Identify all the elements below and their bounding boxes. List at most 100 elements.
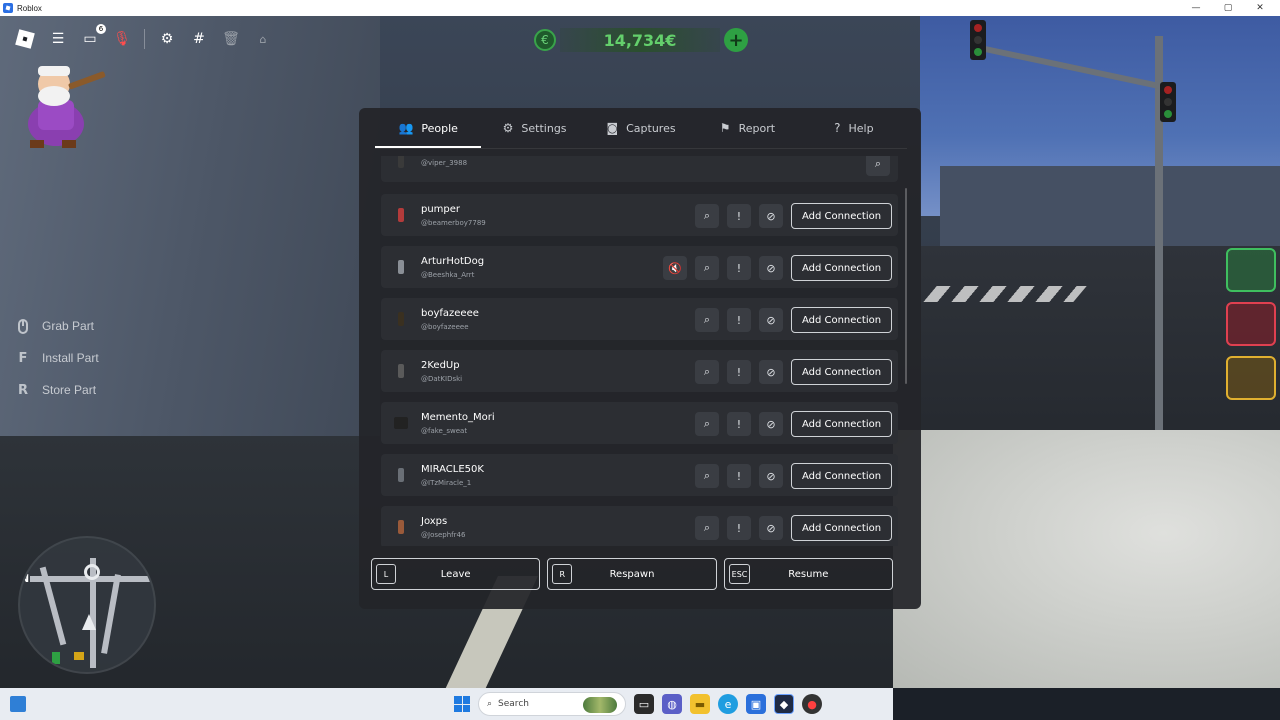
minimap[interactable]: N	[18, 536, 156, 674]
inspect-icon[interactable]: ⌕	[695, 464, 719, 488]
minimize-button[interactable]: —	[1180, 0, 1212, 16]
tab-label: Captures	[626, 121, 676, 135]
hamburger-icon[interactable]: ☰	[46, 27, 70, 51]
player-avatar-image	[28, 66, 106, 148]
people-list[interactable]: @viper_3988 ⌕ pumper @beamerboy7789 ⌕ ! …	[381, 156, 901, 546]
task-view-icon[interactable]: ▭	[634, 694, 654, 714]
file-explorer-icon[interactable]: ▬	[690, 694, 710, 714]
basket-icon[interactable]	[1226, 302, 1276, 346]
inspect-icon[interactable]: ⌕	[695, 412, 719, 436]
crosswalk	[923, 286, 1087, 302]
search-icon: ⌕	[487, 699, 493, 709]
tab-people[interactable]: 👥 People	[375, 108, 482, 148]
add-connection-button[interactable]: Add Connection	[791, 255, 892, 281]
teams-chat-icon[interactable]: ◍	[662, 694, 682, 714]
player-username: @viper_3988	[421, 159, 468, 167]
inspect-icon[interactable]: ⌕	[695, 360, 719, 384]
edge-browser-icon[interactable]: e	[718, 694, 738, 714]
inspect-icon[interactable]: ⌕	[695, 204, 719, 228]
help-icon: ?	[834, 121, 841, 135]
leave-label: Leave	[440, 568, 471, 580]
block-icon[interactable]: ⊘	[759, 360, 783, 384]
hashtag-icon[interactable]: #	[187, 27, 211, 51]
inspect-icon[interactable]: ⌕	[695, 516, 719, 540]
people-list-scrollbar[interactable]	[905, 188, 907, 384]
hint-label: Store Part	[42, 383, 97, 397]
block-icon[interactable]: ⊘	[759, 464, 783, 488]
widgets-icon[interactable]	[10, 696, 26, 712]
book-icon[interactable]	[1226, 248, 1276, 292]
tab-help[interactable]: ? Help	[801, 108, 907, 148]
start-windows-icon[interactable]	[454, 696, 470, 712]
speaker-muted-icon[interactable]: 🔇	[663, 256, 687, 280]
trash-icon[interactable]: 🗑	[219, 27, 243, 51]
key-l: L	[376, 564, 396, 584]
respawn-button[interactable]: R Respawn	[547, 558, 717, 590]
block-icon[interactable]: ⊘	[759, 308, 783, 332]
block-icon[interactable]: ⊘	[759, 204, 783, 228]
player-avatar	[389, 463, 413, 487]
chat-icon[interactable]: ▭ 6	[78, 24, 106, 51]
roblox-taskbar-icon[interactable]: ◆	[774, 694, 794, 714]
report-icon[interactable]: !	[727, 360, 751, 384]
block-icon[interactable]: ⊘	[759, 412, 783, 436]
player-display-name: MIRACLE50K	[421, 463, 484, 475]
player-row: ArturHotDog @Beeshka_Arrt 🔇 ⌕ ! ⊘ Add Co…	[381, 246, 898, 288]
fuel-icon	[52, 652, 60, 664]
menu-tabs: 👥 People ⚙ Settings ◙ Captures ⚑ Report …	[375, 108, 907, 148]
money-amount: 14,734€	[560, 28, 720, 52]
player-username: @beamerboy7789	[421, 218, 486, 227]
add-connection-button[interactable]: Add Connection	[791, 411, 892, 437]
maximize-button[interactable]: ▢	[1212, 0, 1244, 16]
player-row: 2KedUp @DatKIDski ⌕ ! ⊘ Add Connection	[381, 350, 898, 392]
euro-coin-icon: €	[534, 29, 556, 51]
report-icon[interactable]: !	[727, 412, 751, 436]
player-username: @Beeshka_Arrt	[421, 270, 475, 279]
inspect-icon[interactable]: ⌕	[866, 156, 890, 176]
gear-icon[interactable]: ⚙	[155, 27, 179, 51]
search-placeholder: Search	[498, 699, 529, 709]
add-connection-button[interactable]: Add Connection	[791, 359, 892, 385]
store-icon[interactable]: ▣	[746, 694, 766, 714]
block-icon[interactable]: ⊘	[759, 516, 783, 540]
escape-menu: 👥 People ⚙ Settings ◙ Captures ⚑ Report …	[359, 108, 921, 609]
leave-button[interactable]: L Leave	[371, 558, 541, 590]
hint-store-part: R Store Part	[14, 374, 99, 406]
taskbar-search[interactable]: ⌕ Search	[478, 692, 626, 716]
add-connection-button[interactable]: Add Connection	[791, 463, 892, 489]
tab-report[interactable]: ⚑ Report	[694, 108, 800, 148]
player-display-name: ArturHotDog	[421, 255, 485, 267]
report-icon[interactable]: !	[727, 256, 751, 280]
inspect-icon[interactable]: ⌕	[695, 308, 719, 332]
block-icon[interactable]: ⊘	[759, 256, 783, 280]
report-icon[interactable]: !	[727, 308, 751, 332]
backpack-icon[interactable]: ⌂	[251, 27, 275, 51]
microphone-muted-icon[interactable]: 🎙	[110, 27, 134, 51]
tab-settings[interactable]: ⚙ Settings	[481, 108, 587, 148]
resume-button[interactable]: ESC Resume	[723, 558, 893, 590]
menu-bottom-buttons: L Leave R Respawn ESC Resume	[371, 558, 893, 590]
report-icon[interactable]: !	[727, 204, 751, 228]
player-row: boyfazeeee @boyfazeeee ⌕ ! ⊘ Add Connect…	[381, 298, 898, 340]
key-esc: ESC	[728, 564, 751, 584]
gear-icon: ⚙	[502, 121, 514, 135]
inspect-icon[interactable]: ⌕	[695, 256, 719, 280]
obs-icon[interactable]: ●	[802, 694, 822, 714]
player-row: MIRACLE50K @ITzMiracle_1 ⌕ ! ⊘ Add Conne…	[381, 454, 898, 496]
add-connection-button[interactable]: Add Connection	[791, 203, 892, 229]
close-button[interactable]: ✕	[1244, 0, 1276, 16]
search-highlight-image	[583, 697, 617, 713]
tab-label: Settings	[521, 121, 567, 135]
distant-building	[940, 166, 1280, 246]
add-money-button[interactable]: +	[724, 28, 748, 52]
roblox-menu-icon[interactable]	[12, 26, 38, 52]
report-icon[interactable]: !	[727, 516, 751, 540]
tab-captures[interactable]: ◙ Captures	[588, 108, 694, 148]
player-display-name: pumper	[421, 203, 461, 215]
add-connection-button[interactable]: Add Connection	[791, 515, 892, 541]
player-display-name: Joxps	[421, 515, 448, 527]
boxes-icon[interactable]	[1226, 356, 1276, 400]
report-icon[interactable]: !	[727, 464, 751, 488]
hint-install-part: F Install Part	[14, 342, 99, 374]
add-connection-button[interactable]: Add Connection	[791, 307, 892, 333]
